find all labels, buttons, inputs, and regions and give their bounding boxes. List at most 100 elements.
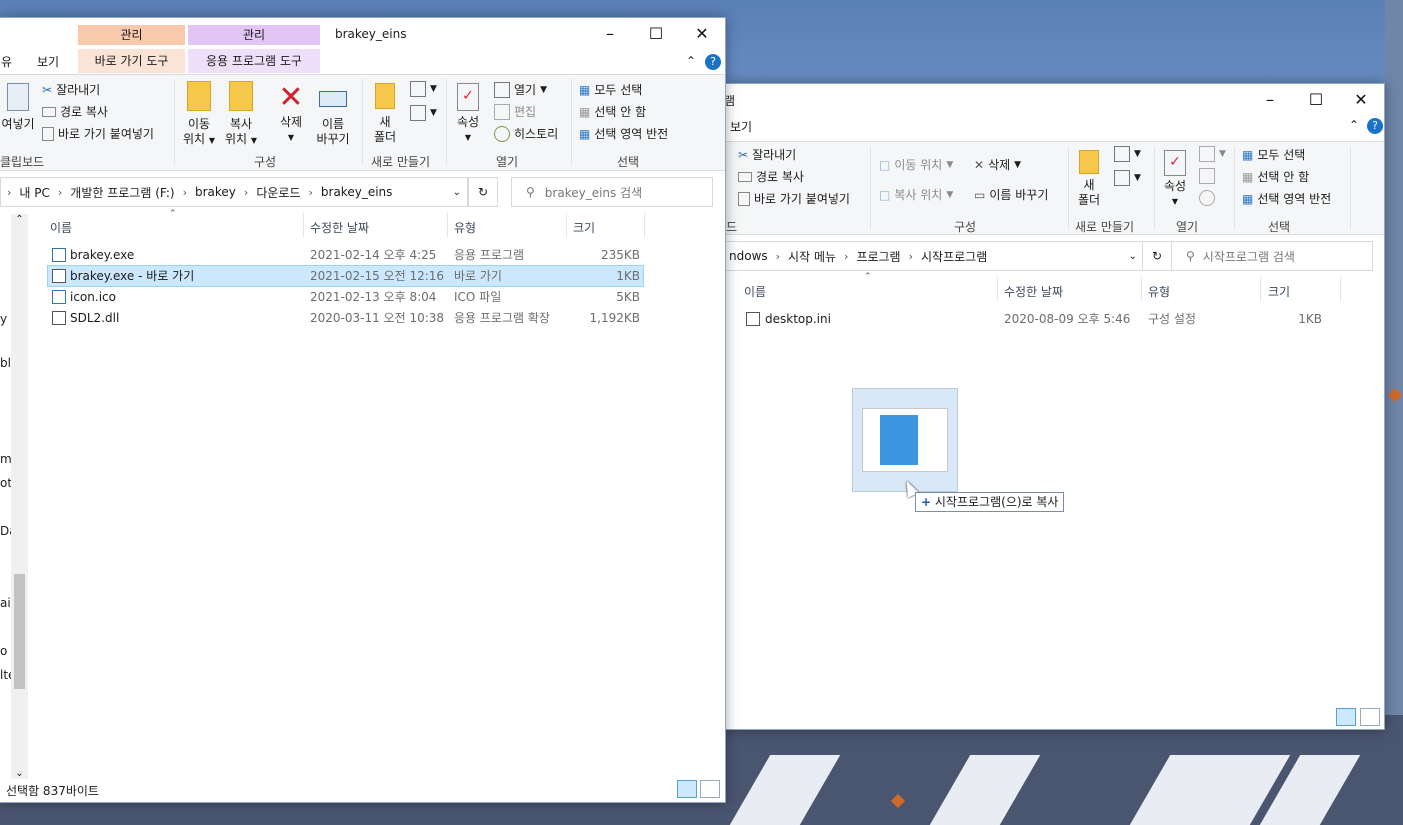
column-header-name[interactable]: 이름 <box>744 283 766 300</box>
nav-item[interactable]: m <box>0 449 12 469</box>
easy-access-button[interactable]: ▼ <box>410 105 437 121</box>
delete-button[interactable]: ✕ 삭제 ▼ <box>974 156 1021 173</box>
table-row[interactable]: SDL2.dll 2020-03-11 오전 10:38 응용 프로그램 확장 … <box>48 308 644 328</box>
breadcrumb-item[interactable]: ndows <box>729 249 768 263</box>
tab-view[interactable]: 보기 <box>37 53 59 70</box>
open-button[interactable]: ▼ <box>1199 146 1226 162</box>
table-row[interactable]: icon.ico 2021-02-13 오후 8:04 ICO 파일 5KB <box>48 287 644 307</box>
properties-button[interactable]: ✓ 속성 ▼ <box>453 83 483 145</box>
new-folder-button[interactable]: 새 폴더 <box>370 83 400 145</box>
copy-to-button[interactable]: 복사 위치 ▼ <box>222 81 260 148</box>
tab-shortcut-tools[interactable]: 바로 가기 도구 <box>78 49 185 73</box>
tab-view[interactable]: 보기 <box>730 118 752 135</box>
move-to-button[interactable]: 이동 위치 ▼ <box>180 81 218 148</box>
edit-button[interactable]: 편집 <box>494 103 536 120</box>
copy-path-button[interactable]: 경로 복사 <box>738 168 804 185</box>
easy-access-button[interactable]: ▼ <box>1114 170 1141 186</box>
column-header-date[interactable]: 수정한 날짜 <box>310 219 369 236</box>
invert-selection-button[interactable]: ▦ 선택 영역 반전 <box>579 125 668 142</box>
nav-item[interactable]: y <box>0 309 7 329</box>
rename-button[interactable]: ▭ 이름 바꾸기 <box>974 186 1048 203</box>
copy-path-button[interactable]: 경로 복사 <box>42 103 108 120</box>
breadcrumb-item[interactable]: 개발한 프로그램 (F:) <box>70 184 174 201</box>
copy-to-button[interactable]: □ 복사 위치 ▼ <box>879 186 953 203</box>
search-box[interactable]: ⚲ 시작프로그램 검색 <box>1171 241 1373 271</box>
delete-button[interactable]: ✕ 삭제 ▼ <box>273 81 309 145</box>
paste-shortcut-button[interactable]: 바로 가기 붙여넣기 <box>738 190 850 207</box>
paste-button[interactable]: 여넣기 <box>0 83 36 132</box>
column-header-size[interactable]: 크기 <box>1268 283 1290 300</box>
breadcrumb-item[interactable]: 시작 메뉴 <box>788 248 836 265</box>
maximize-button[interactable]: ☐ <box>633 18 679 49</box>
edit-button[interactable] <box>1199 168 1215 184</box>
title-bar[interactable]: 램 – ☐ ✕ <box>724 84 1384 115</box>
ribbon-collapse-icon[interactable]: ⌃ <box>1349 118 1359 132</box>
column-header-type[interactable]: 유형 <box>454 219 476 236</box>
close-button[interactable]: ✕ <box>679 18 725 49</box>
breadcrumb-item[interactable]: brakey_eins <box>321 185 392 199</box>
history-button[interactable] <box>1199 190 1215 206</box>
large-icons-view-button[interactable] <box>700 780 720 798</box>
file-name: icon.ico <box>70 290 116 304</box>
scroll-up-icon[interactable]: ⌃ <box>11 214 28 225</box>
table-row[interactable]: brakey.exe 2021-02-14 오후 4:25 응용 프로그램 23… <box>48 245 644 265</box>
column-header-name[interactable]: 이름 <box>50 219 72 236</box>
minimize-button[interactable]: – <box>587 18 633 49</box>
properties-button[interactable]: ✓ 속성 ▼ <box>1161 150 1189 209</box>
scroll-down-icon[interactable]: ⌄ <box>11 768 28 779</box>
table-row[interactable]: desktop.ini 2020-08-09 오후 5:46 구성 설정 1KB <box>744 309 1354 329</box>
explorer-window-brakey-eins[interactable]: 관리 관리 brakey_eins – ☐ ✕ 유 보기 바로 가기 도구 응용… <box>0 17 726 803</box>
ribbon-collapse-icon[interactable]: ⌃ <box>686 54 696 68</box>
breadcrumb-item[interactable]: 프로그램 <box>856 248 900 265</box>
details-view-button[interactable] <box>677 780 697 798</box>
open-button[interactable]: 열기 ▼ <box>494 81 547 98</box>
title-bar[interactable]: 관리 관리 brakey_eins – ☐ ✕ <box>0 18 725 49</box>
column-header-type[interactable]: 유형 <box>1148 283 1170 300</box>
column-header-size[interactable]: 크기 <box>573 219 595 236</box>
move-to-button[interactable]: □ 이동 위치 ▼ <box>879 156 953 173</box>
new-folder-button[interactable]: 새 폴더 <box>1076 150 1102 208</box>
breadcrumb-item[interactable]: 시작프로그램 <box>921 248 987 265</box>
maximize-button[interactable]: ☐ <box>1293 84 1339 115</box>
search-box[interactable]: ⚲ brakey_eins 검색 <box>511 177 713 207</box>
tab-app-tools[interactable]: 응용 프로그램 도구 <box>188 49 320 73</box>
rename-button[interactable]: 이름 바꾸기 <box>313 81 353 147</box>
paste-shortcut-button[interactable]: 바로 가기 붙여넣기 <box>42 125 154 142</box>
nav-scrollbar[interactable]: ⌃ ⌄ <box>11 214 28 779</box>
large-icons-view-button[interactable] <box>1360 708 1380 726</box>
invert-selection-button[interactable]: ▦ 선택 영역 반전 <box>1242 190 1331 207</box>
column-header-date[interactable]: 수정한 날짜 <box>1004 283 1063 300</box>
address-bar[interactable]: › 내 PC › 개발한 프로그램 (F:) › brakey › 다운로드 › bra… <box>0 177 468 207</box>
details-view-button[interactable] <box>1336 708 1356 726</box>
close-button[interactable]: ✕ <box>1338 84 1384 115</box>
select-none-button[interactable]: ▦ 선택 안 함 <box>579 103 646 120</box>
separator <box>174 79 175 165</box>
help-icon[interactable]: ? <box>705 54 721 70</box>
new-item-button[interactable]: ▼ <box>1114 146 1141 162</box>
select-none-button[interactable]: ▦ 선택 안 함 <box>1242 168 1309 185</box>
cut-button[interactable]: ✂ 잘라내기 <box>738 146 796 163</box>
address-bar[interactable]: ndows › 시작 메뉴 › 프로그램 › 시작프로그램 ⌄ <box>724 241 1144 271</box>
breadcrumb-item[interactable]: 내 PC <box>19 184 49 201</box>
refresh-button[interactable]: ↻ <box>468 177 498 207</box>
ribbon: ✂ 잘라내기 경로 복사 바로 가기 붙여넣기 드 □ 이동 위치 ▼ □ 복사 위치 ▼… <box>724 141 1384 235</box>
address-dropdown-icon[interactable]: ⌄ <box>453 187 461 198</box>
select-all-button[interactable]: ▦ 모두 선택 <box>579 81 642 98</box>
select-all-button[interactable]: ▦ 모두 선택 <box>1242 146 1305 163</box>
scroll-thumb[interactable] <box>14 574 25 689</box>
nav-item[interactable]: bl <box>0 353 11 373</box>
minimize-button[interactable]: – <box>1247 84 1293 115</box>
table-row-selected[interactable]: brakey.exe - 바로 가기 2021-02-15 오전 12:16 바… <box>47 265 644 287</box>
history-button[interactable]: 히스토리 <box>494 125 558 142</box>
shortcut-file-icon <box>52 269 66 283</box>
explorer-window-startup[interactable]: 램 – ☐ ✕ 보기 ⌃ ? ✂ 잘라내기 경로 복사 바로 가기 붙여넣기 드 … <box>723 83 1385 730</box>
breadcrumb-item[interactable]: brakey <box>195 185 236 199</box>
breadcrumb-item[interactable]: 다운로드 <box>256 184 300 201</box>
cut-button[interactable]: ✂ 잘라내기 <box>42 81 100 98</box>
copy-path-icon <box>42 106 56 117</box>
tab-share[interactable]: 유 <box>1 53 12 70</box>
help-icon[interactable]: ? <box>1367 118 1383 134</box>
new-item-button[interactable]: ▼ <box>410 81 437 97</box>
refresh-button[interactable]: ↻ <box>1142 241 1172 271</box>
address-dropdown-icon[interactable]: ⌄ <box>1129 251 1137 262</box>
